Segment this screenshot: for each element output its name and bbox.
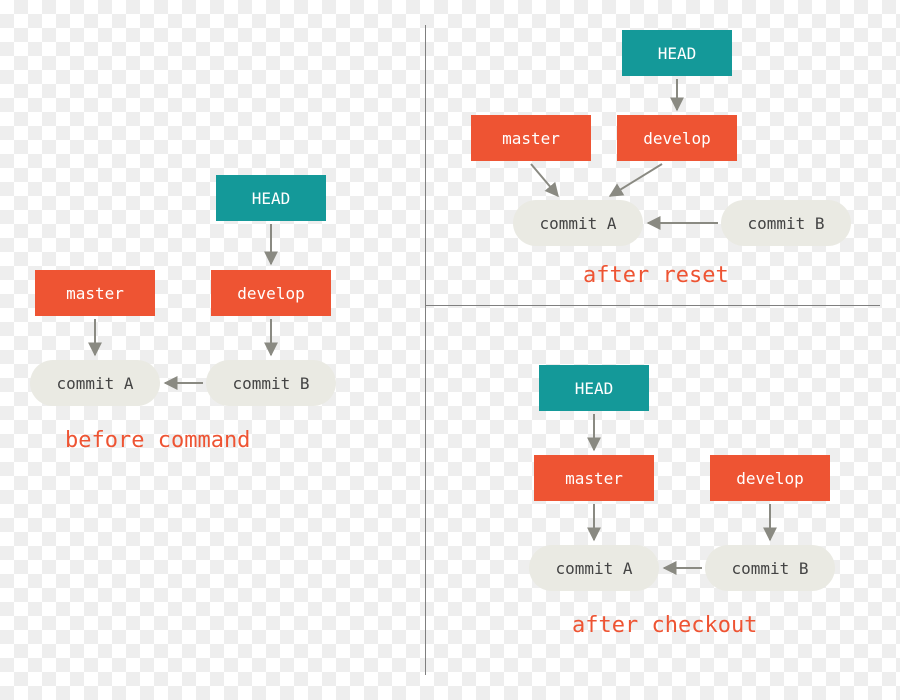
before-commit-a: commit A <box>30 360 160 406</box>
arrow-layer <box>0 0 900 700</box>
reset-head-label: HEAD <box>658 44 697 63</box>
before-head-box: HEAD <box>216 175 326 221</box>
reset-develop-box: develop <box>617 115 737 161</box>
checkout-head-box: HEAD <box>539 365 649 411</box>
reset-develop-label: develop <box>643 129 710 148</box>
checkout-commit-b: commit B <box>705 545 835 591</box>
before-commit-b-label: commit B <box>232 374 309 393</box>
reset-arrow-master-commit-a <box>531 164 558 196</box>
vertical-divider <box>425 25 426 675</box>
reset-arrow-develop-commit-a <box>610 164 662 196</box>
before-master-label: master <box>66 284 124 303</box>
checkout-head-label: HEAD <box>575 379 614 398</box>
checkout-master-box: master <box>534 455 654 501</box>
diagram-stage: HEAD master develop commit A commit B be… <box>0 0 900 700</box>
before-develop-box: develop <box>211 270 331 316</box>
before-head-label: HEAD <box>252 189 291 208</box>
checkout-master-label: master <box>565 469 623 488</box>
checkout-commit-a-label: commit A <box>555 559 632 578</box>
before-caption: before command <box>65 428 250 453</box>
reset-commit-a: commit A <box>513 200 643 246</box>
reset-commit-b-label: commit B <box>747 214 824 233</box>
reset-commit-a-label: commit A <box>539 214 616 233</box>
checkout-commit-a: commit A <box>529 545 659 591</box>
reset-master-box: master <box>471 115 591 161</box>
before-commit-b: commit B <box>206 360 336 406</box>
reset-commit-b: commit B <box>721 200 851 246</box>
reset-head-box: HEAD <box>622 30 732 76</box>
horizontal-divider <box>425 305 880 306</box>
checkout-develop-box: develop <box>710 455 830 501</box>
checkout-develop-label: develop <box>736 469 803 488</box>
reset-caption: after reset <box>583 263 729 288</box>
before-master-box: master <box>35 270 155 316</box>
checkout-commit-b-label: commit B <box>731 559 808 578</box>
checkout-caption: after checkout <box>572 613 757 638</box>
before-commit-a-label: commit A <box>56 374 133 393</box>
before-develop-label: develop <box>237 284 304 303</box>
reset-master-label: master <box>502 129 560 148</box>
